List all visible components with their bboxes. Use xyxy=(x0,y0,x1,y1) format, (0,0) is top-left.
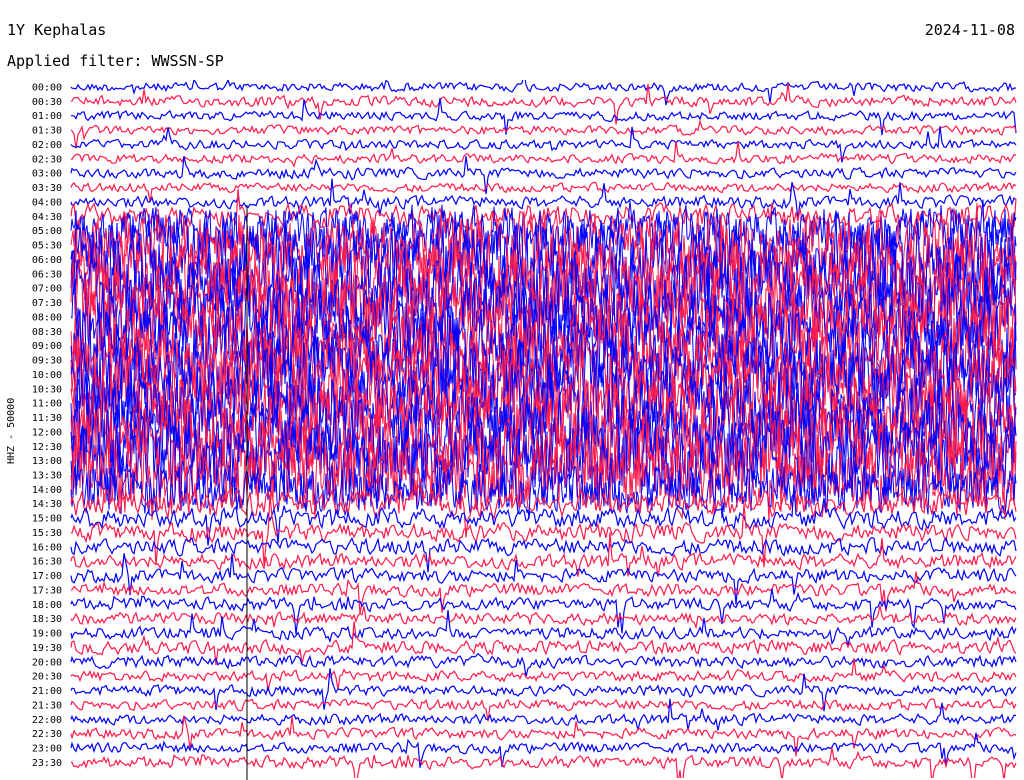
row-time-label: 14:00 xyxy=(32,485,62,496)
row-time-label: 11:30 xyxy=(32,413,62,424)
row-time-label: 20:30 xyxy=(32,672,62,683)
row-time-label: 23:00 xyxy=(32,744,62,755)
row-time-label: 18:30 xyxy=(32,614,62,625)
row-time-label: 20:00 xyxy=(32,657,62,668)
row-time-label: 15:30 xyxy=(32,528,62,539)
row-time-label: 10:30 xyxy=(32,384,62,395)
row-time-label: 08:00 xyxy=(32,312,62,323)
row-time-label: 09:00 xyxy=(32,341,62,352)
row-time-label: 04:30 xyxy=(32,212,62,223)
row-time-label: 21:00 xyxy=(32,686,62,697)
row-time-label: 05:00 xyxy=(32,226,62,237)
row-time-label: 07:30 xyxy=(32,298,62,309)
row-time-label: 18:00 xyxy=(32,600,62,611)
trace-line xyxy=(70,698,1017,731)
row-time-label: 17:00 xyxy=(32,571,62,582)
row-time-label: 07:00 xyxy=(32,284,62,295)
row-time-label: 21:30 xyxy=(32,700,62,711)
row-time-label: 06:30 xyxy=(32,269,62,280)
row-time-label: 11:00 xyxy=(32,399,62,410)
row-time-label: 02:00 xyxy=(32,140,62,151)
row-time-label: 03:30 xyxy=(32,183,62,194)
row-time-label: 08:30 xyxy=(32,327,62,338)
row-time-label: 23:30 xyxy=(32,758,62,769)
row-time-label: 13:30 xyxy=(32,470,62,481)
row-time-label: 19:30 xyxy=(32,643,62,654)
row-time-label: 19:00 xyxy=(32,629,62,640)
row-time-label: 10:00 xyxy=(32,370,62,381)
row-time-label: 09:30 xyxy=(32,356,62,367)
trace-line xyxy=(70,571,1017,614)
row-time-label: 15:00 xyxy=(32,514,62,525)
row-time-label: 22:00 xyxy=(32,715,62,726)
row-time-label: 04:00 xyxy=(32,197,62,208)
seismogram-plot: 00:00 00:30 01:00 01:30 02:00 02:30 03:00 03:30… xyxy=(32,80,1017,780)
trace-line xyxy=(70,536,1017,573)
row-time-label: 16:00 xyxy=(32,542,62,553)
trace-line xyxy=(70,80,1017,106)
row-time-label: 16:30 xyxy=(32,557,62,568)
row-time-label: 12:30 xyxy=(32,442,62,453)
row-time-label: 05:30 xyxy=(32,241,62,252)
row-time-label: 12:00 xyxy=(32,427,62,438)
trace-line xyxy=(70,588,1017,635)
row-time-label: 01:00 xyxy=(32,111,62,122)
row-time-label: 01:30 xyxy=(32,126,62,137)
row-time-label: 22:30 xyxy=(32,729,62,740)
trace-line xyxy=(70,715,1017,757)
row-time-label: 14:30 xyxy=(32,499,62,510)
trace-line xyxy=(70,747,1017,778)
trace-line xyxy=(70,181,1017,202)
row-time-label: 00:00 xyxy=(32,83,62,94)
row-time-label: 03:00 xyxy=(32,169,62,180)
trace-line xyxy=(70,605,1017,630)
row-time-label: 00:30 xyxy=(32,97,62,108)
row-time-label: 17:30 xyxy=(32,585,62,596)
row-time-label: 06:00 xyxy=(32,255,62,266)
row-time-label: 02:30 xyxy=(32,154,62,165)
row-time-label: 13:00 xyxy=(32,456,62,467)
